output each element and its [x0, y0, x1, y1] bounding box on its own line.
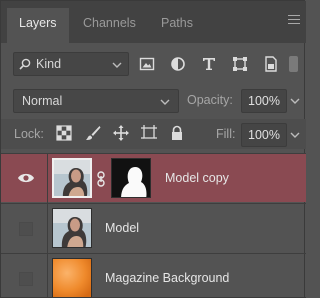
lock-position-icon[interactable]: [113, 125, 129, 141]
lock-all-icon[interactable]: [169, 125, 185, 141]
tab-channels[interactable]: Channels: [71, 8, 148, 43]
link-icon[interactable]: [96, 171, 106, 187]
layer-name: Model copy: [165, 171, 229, 185]
shape-filter-icon[interactable]: [232, 56, 248, 72]
orange-gradient-thumbnail-icon: [53, 259, 91, 297]
layers-panel: Layers Channels Paths Kind Normal Opacit…: [0, 0, 306, 298]
visibility-toggle[interactable]: [19, 272, 33, 286]
layer-name: Magazine Background: [105, 271, 230, 285]
chevron-down-icon: [160, 99, 170, 105]
column-divider: [47, 154, 48, 203]
filter-kind-label: Kind: [36, 57, 62, 71]
opacity-input[interactable]: 100%: [241, 89, 287, 113]
lock-label: Lock:: [14, 127, 44, 141]
filter-kind-select[interactable]: Kind: [13, 52, 129, 76]
opacity-label: Opacity:: [187, 93, 233, 107]
tab-paths[interactable]: Paths: [149, 8, 205, 43]
visibility-toggle[interactable]: [19, 222, 33, 236]
blend-mode-value: Normal: [22, 94, 63, 108]
lock-image-pixels-icon[interactable]: [85, 125, 101, 141]
layer-mask-thumbnail[interactable]: [111, 158, 151, 198]
layer-name: Model: [105, 221, 140, 235]
lock-transparent-pixels-icon[interactable]: [56, 125, 72, 141]
adjustment-filter-icon[interactable]: [170, 56, 186, 72]
smart-object-filter-icon[interactable]: [263, 56, 279, 72]
layer-row-model-copy[interactable]: Model copy: [1, 153, 306, 203]
blend-mode-select[interactable]: Normal: [13, 89, 179, 113]
column-divider: [47, 204, 48, 253]
fill-chevron-icon[interactable]: [290, 132, 300, 138]
fill-input[interactable]: 100%: [241, 123, 287, 147]
opacity-chevron-icon[interactable]: [290, 98, 300, 104]
panel-tab-bar: Layers Channels Paths: [1, 1, 306, 43]
layer-thumbnail[interactable]: [52, 158, 92, 198]
portrait-thumbnail-icon: [53, 209, 91, 247]
image-filter-icon[interactable]: [139, 56, 155, 72]
tab-layers[interactable]: Layers: [7, 8, 69, 43]
filter-toggle-switch[interactable]: [289, 56, 298, 72]
search-icon: [19, 58, 31, 70]
mask-silhouette-icon: [112, 159, 150, 197]
layer-row-magazine-background[interactable]: Magazine Background: [1, 253, 306, 298]
chevron-down-icon: [112, 62, 122, 68]
layer-thumbnail[interactable]: [52, 208, 92, 248]
layer-row-model[interactable]: Model: [1, 203, 306, 253]
eye-icon[interactable]: [17, 171, 35, 185]
type-filter-icon[interactable]: [201, 56, 217, 72]
portrait-thumbnail-icon: [54, 160, 90, 196]
column-divider: [47, 254, 48, 298]
prevent-autonest-icon[interactable]: [141, 125, 157, 141]
layer-thumbnail[interactable]: [52, 258, 92, 298]
panel-menu-icon[interactable]: [288, 15, 300, 25]
fill-label: Fill:: [216, 127, 236, 141]
